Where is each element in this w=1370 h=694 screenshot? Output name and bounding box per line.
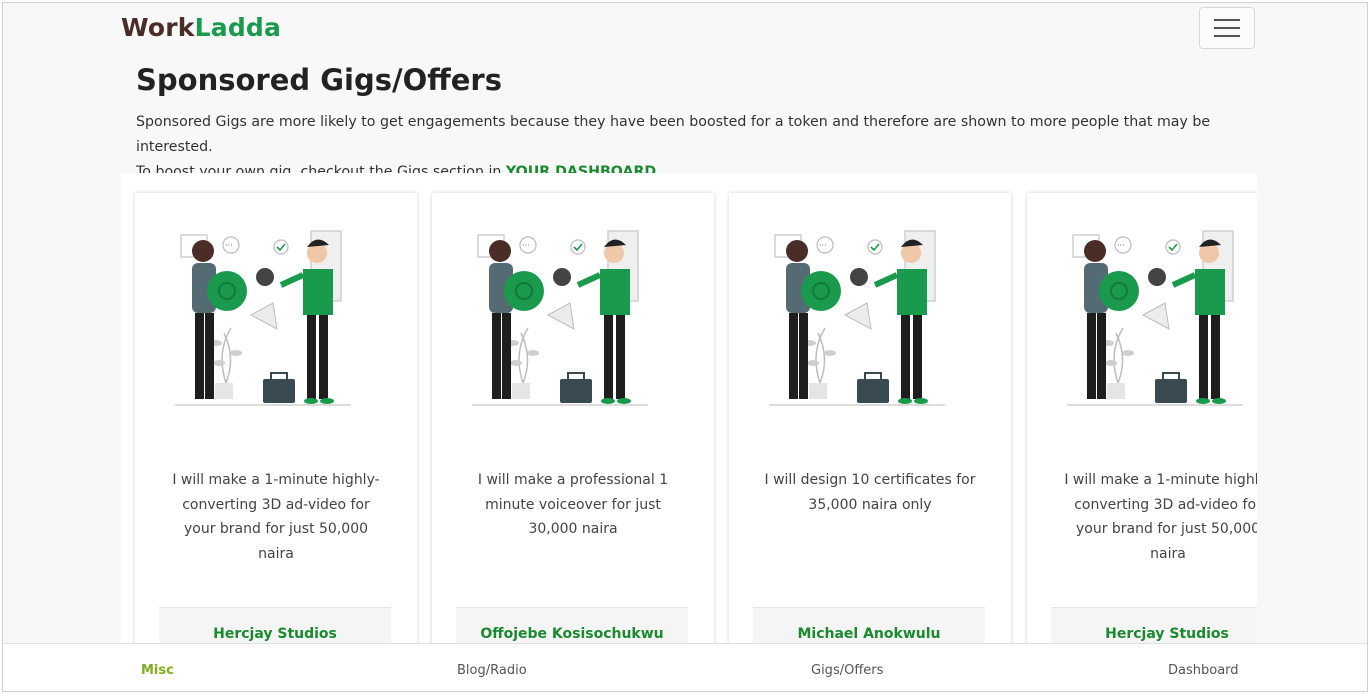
svg-text:···: ··· [225,241,233,250]
gig-card[interactable]: ··· I will make a 1-minute highly-conver… [1027,193,1257,653]
gig-illustration: ··· [765,223,975,423]
svg-text:···: ··· [1117,241,1125,250]
bottom-navigation: Misc Blog/Radio Gigs/Offers Dashboard [3,643,1367,691]
logo[interactable]: WorkLadda [121,13,281,42]
logo-ladda: Ladda [194,13,282,42]
app-frame: WorkLadda Sponsored Gigs/Offers Sponsore… [2,2,1368,692]
gig-card[interactable]: ··· I will design 10 certificates for 35… [729,193,1011,653]
hamburger-line [1214,19,1240,21]
gig-illustration: ··· [468,223,678,423]
page-title: Sponsored Gigs/Offers [136,63,502,97]
nav-item-dashboard[interactable]: Dashboard [1168,663,1239,678]
hamburger-menu-icon[interactable] [1199,7,1255,49]
gig-description[interactable]: I will make a professional 1 minute voic… [462,468,684,542]
gig-description[interactable]: I will make a 1-minute highly-converting… [1057,468,1257,566]
nav-item-blog-radio[interactable]: Blog/Radio [457,663,527,678]
svg-text:···: ··· [522,241,530,250]
description-line-1: Sponsored Gigs are more likely to get en… [136,114,1211,155]
gig-card[interactable]: ··· I will make a 1-minute highly-conver… [135,193,417,653]
gig-illustration: ··· [171,223,381,423]
gig-description[interactable]: I will make a 1-minute highly-converting… [165,468,387,566]
logo-work: Work [121,13,195,42]
gig-card[interactable]: ··· I will make a professional 1 minute … [432,193,714,653]
sponsored-gigs-carousel[interactable]: ··· I will make a 1-minute highly-conver… [121,173,1257,653]
nav-item-gigs-offers[interactable]: Gigs/Offers [811,663,883,678]
gig-description[interactable]: I will design 10 certificates for 35,000… [759,468,981,517]
hamburger-line [1214,35,1240,37]
svg-text:···: ··· [819,241,827,250]
hamburger-line [1214,27,1240,29]
gig-illustration: ··· [1063,223,1257,423]
nav-item-misc[interactable]: Misc [141,663,174,678]
